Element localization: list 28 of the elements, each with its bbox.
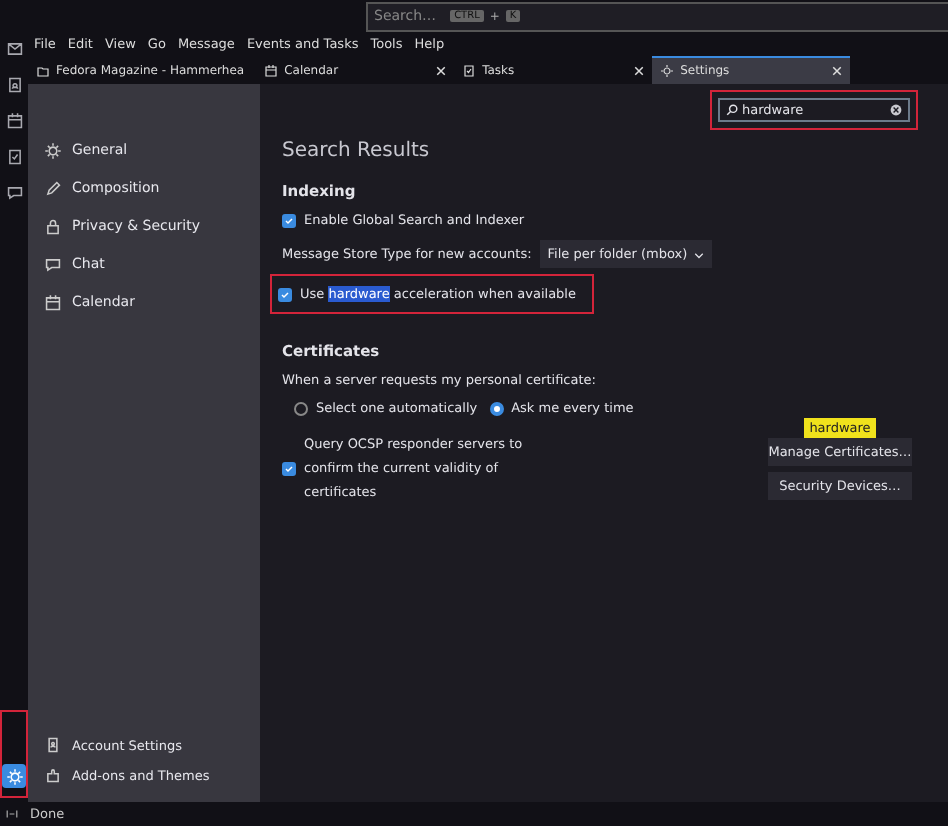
clear-icon[interactable]	[890, 104, 902, 116]
id-card-icon	[44, 736, 62, 754]
checkbox[interactable]	[282, 213, 296, 227]
close-icon[interactable]	[832, 66, 843, 76]
envelope-icon	[5, 39, 23, 57]
settings-button[interactable]	[2, 764, 26, 788]
radio-button[interactable]	[294, 401, 308, 415]
speech-bubble-icon	[44, 255, 62, 273]
puzzle-piece-icon	[44, 766, 62, 784]
calendar-icon	[5, 111, 23, 129]
calendar-icon	[44, 293, 62, 311]
caret-icon	[693, 249, 704, 259]
folder-icon	[36, 63, 50, 77]
calendar-icon	[264, 63, 279, 77]
checklist-icon	[5, 147, 23, 165]
speech-bubble-icon	[5, 183, 23, 201]
pencil-icon	[44, 179, 62, 197]
radio-button[interactable]	[489, 401, 504, 415]
checkbox[interactable]	[278, 287, 292, 301]
space-button[interactable]	[2, 108, 26, 132]
padlock-icon	[44, 217, 62, 235]
close-icon[interactable]	[436, 65, 447, 75]
address-book-icon	[5, 75, 23, 93]
checklist-icon	[462, 63, 477, 77]
page-heading: Search Results	[282, 140, 432, 162]
close-icon[interactable]	[634, 65, 645, 75]
checkbox[interactable]	[282, 461, 296, 475]
search-icon	[726, 104, 738, 116]
